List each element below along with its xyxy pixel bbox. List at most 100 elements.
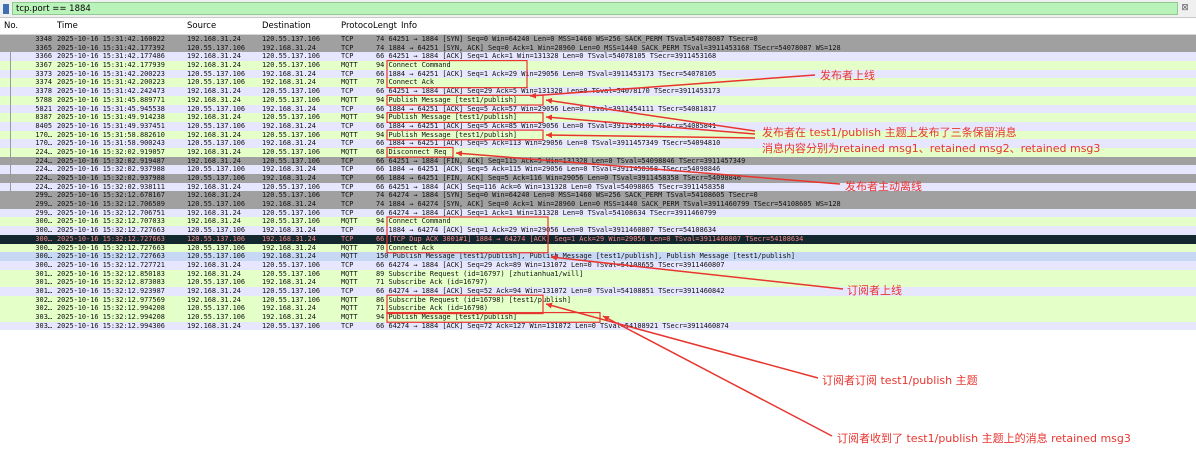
packet-time: 2025-10-16 15:31:42.177392 (57, 43, 165, 52)
packet-destination: 192.168.31.24 (262, 165, 316, 174)
packet-row[interactable]: 299… 2025-10-16 15:32:12.706751 192.168.31… (0, 208, 1196, 218)
packet-destination: 120.55.137.106 (262, 52, 321, 61)
packet-info: 70 Connect Ack (376, 78, 435, 87)
packet-number: 300… (35, 226, 52, 235)
packet-row[interactable]: 300… 2025-10-16 15:32:12.727663 120.55.137… (0, 243, 1196, 253)
packet-time: 2025-10-16 15:31:49.914238 (57, 113, 165, 122)
packet-number: 3365 (35, 43, 52, 52)
packet-time: 2025-10-16 15:32:12.850183 (57, 269, 165, 278)
packet-row[interactable]: 3373 2025-10-16 15:31:42.200223 120.55.137… (0, 69, 1196, 79)
packet-number: 224… (35, 156, 52, 165)
packet-source: 192.168.31.24 (187, 130, 241, 139)
packet-row[interactable]: 300… 2025-10-16 15:32:12.707033 192.168.31… (0, 217, 1196, 227)
packet-info: 66 1884 → 64251 [ACK] Seq=1 Ack=29 Win=2… (376, 69, 717, 78)
column-header-destination[interactable]: Destination (262, 18, 311, 34)
column-header-length[interactable]: Lengt (373, 18, 397, 34)
packet-number: 301… (35, 286, 52, 295)
packet-row[interactable]: 300… 2025-10-16 15:32:12.727721 192.168.31… (0, 260, 1196, 270)
packet-number: 3374 (35, 78, 52, 87)
packet-time: 2025-10-16 15:31:42.200223 (57, 69, 165, 78)
packet-protocol: TCP (341, 260, 354, 269)
packet-row[interactable]: 224… 2025-10-16 15:32:02.919487 192.168.31… (0, 156, 1196, 166)
packet-destination: 120.55.137.106 (262, 260, 321, 269)
column-header-source[interactable]: Source (187, 18, 216, 34)
packet-source: 120.55.137.106 (187, 243, 246, 252)
packet-time: 2025-10-16 15:32:12.923987 (57, 286, 165, 295)
packet-row[interactable]: 300… 2025-10-16 15:32:12.727663 120.55.137… (0, 226, 1196, 235)
packet-info: 66 1884 → 64274 [ACK] Seq=1 Ack=29 Win=2… (376, 226, 717, 235)
packet-row[interactable]: 3365 2025-10-16 15:31:42.177392 120.55.137… (0, 43, 1196, 53)
packet-row[interactable]: 8387 2025-10-16 15:31:49.914238 192.168.31… (0, 113, 1196, 122)
column-header-time[interactable]: Time (57, 18, 78, 34)
display-filter-input[interactable] (12, 2, 1178, 15)
packet-number: 170… (35, 139, 52, 148)
packet-source: 120.55.137.106 (187, 234, 246, 243)
packet-number: 302… (35, 304, 52, 313)
packet-row[interactable]: 300… 2025-10-16 15:32:12.727663 120.55.137… (0, 234, 1196, 244)
packet-row[interactable]: 224… 2025-10-16 15:32:02.937988 120.55.137… (0, 165, 1196, 174)
packet-row[interactable]: 3374 2025-10-16 15:31:42.200223 120.55.137… (0, 78, 1196, 88)
packet-destination: 192.168.31.24 (262, 78, 316, 87)
packet-time: 2025-10-16 15:32:12.994306 (57, 321, 165, 330)
packet-time: 2025-10-16 15:31:42.177939 (57, 61, 165, 70)
packet-destination: 192.168.31.24 (262, 243, 316, 252)
packet-row[interactable]: 303… 2025-10-16 15:32:12.994208 120.55.137… (0, 313, 1196, 322)
packet-info: 89 Subscribe Request (id=16797) [zhutian… (376, 269, 584, 278)
packet-info: 71 Subscribe Ack (id=16798) (376, 304, 489, 313)
packet-source: 192.168.31.24 (187, 191, 241, 200)
packet-info: 71 Subscribe Ack (id=16797) (376, 278, 489, 287)
annotation-publisher-offline: 发布者主动离线 (845, 180, 922, 193)
packet-row[interactable]: 303… 2025-10-16 15:32:12.994306 192.168.31… (0, 321, 1196, 331)
packet-source: 192.168.31.24 (187, 260, 241, 269)
packet-protocol: TCP (341, 182, 354, 191)
packet-protocol: TCP (341, 104, 354, 113)
packet-row[interactable]: 3348 2025-10-16 15:31:42.160022 192.168.31… (0, 35, 1196, 44)
packet-source: 120.55.137.106 (187, 165, 246, 174)
packet-protocol: MQTT (341, 313, 358, 321)
packet-row[interactable]: 299… 2025-10-16 15:32:12.706589 120.55.137… (0, 200, 1196, 209)
packet-info: 68 Disconnect Req (376, 147, 447, 156)
filter-bookmark-icon[interactable] (3, 4, 9, 14)
packet-time: 2025-10-16 15:31:58.882610 (57, 130, 165, 139)
packet-row[interactable]: 301… 2025-10-16 15:32:12.923987 192.168.31… (0, 286, 1196, 296)
packet-destination: 120.55.137.106 (262, 156, 321, 165)
column-header-protocol[interactable]: Protoco (341, 18, 373, 34)
packet-row[interactable]: 3378 2025-10-16 15:31:42.242473 192.168.31… (0, 87, 1196, 96)
packet-row[interactable]: 3366 2025-10-16 15:31:42.177486 192.168.31… (0, 52, 1196, 62)
packet-destination: 192.168.31.24 (262, 226, 316, 235)
packet-row[interactable]: 302… 2025-10-16 15:32:12.977569 192.168.31… (0, 295, 1196, 305)
packet-row[interactable]: 3367 2025-10-16 15:31:42.177939 192.168.31… (0, 61, 1196, 70)
packet-destination: 192.168.31.24 (262, 278, 316, 287)
packet-time: 2025-10-16 15:32:02.937988 (57, 165, 165, 174)
packet-source: 192.168.31.24 (187, 61, 241, 70)
packet-row[interactable]: 301… 2025-10-16 15:32:12.873083 120.55.137… (0, 278, 1196, 287)
packet-info: 74 64251 → 1884 [SYN] Seq=0 Win=64240 Le… (376, 35, 758, 43)
packet-destination: 120.55.137.106 (262, 321, 321, 330)
packet-source: 192.168.31.24 (187, 52, 241, 61)
packet-row[interactable]: 302… 2025-10-16 15:32:12.994208 120.55.137… (0, 304, 1196, 313)
packet-time: 2025-10-16 15:32:12.977569 (57, 295, 165, 304)
packet-row[interactable]: 5788 2025-10-16 15:31:45.889771 192.168.31… (0, 95, 1196, 105)
packet-protocol: MQTT (341, 130, 358, 139)
packet-row[interactable]: 5821 2025-10-16 15:31:45.945538 120.55.137… (0, 104, 1196, 114)
packet-source: 192.168.31.24 (187, 295, 241, 304)
packet-row[interactable]: 224… 2025-10-16 15:32:02.938111 192.168.31… (0, 182, 1196, 192)
packet-destination: 120.55.137.106 (262, 95, 321, 104)
packet-number: 300… (35, 252, 52, 261)
packet-time: 2025-10-16 15:32:12.706589 (57, 200, 165, 209)
packet-source: 192.168.31.24 (187, 269, 241, 278)
packet-source: 192.168.31.24 (187, 208, 241, 217)
packet-row[interactable]: 299… 2025-10-16 15:32:12.678167 192.168.31… (0, 191, 1196, 201)
packet-protocol: MQTT (341, 78, 358, 87)
column-header-no[interactable]: No. (4, 18, 18, 34)
clear-filter-icon[interactable]: ⊠ (1181, 3, 1189, 14)
column-header-info[interactable]: Info (401, 18, 417, 34)
packet-protocol: TCP (341, 208, 354, 217)
packet-destination: 120.55.137.106 (262, 182, 321, 191)
packet-row[interactable]: 300… 2025-10-16 15:32:12.727663 120.55.137… (0, 252, 1196, 261)
packet-source: 192.168.31.24 (187, 217, 241, 226)
packet-source: 192.168.31.24 (187, 156, 241, 165)
packet-row[interactable]: 224… 2025-10-16 15:32:02.937988 120.55.137… (0, 174, 1196, 183)
packet-number: 170… (35, 130, 52, 139)
packet-row[interactable]: 301… 2025-10-16 15:32:12.850183 192.168.31… (0, 269, 1196, 279)
